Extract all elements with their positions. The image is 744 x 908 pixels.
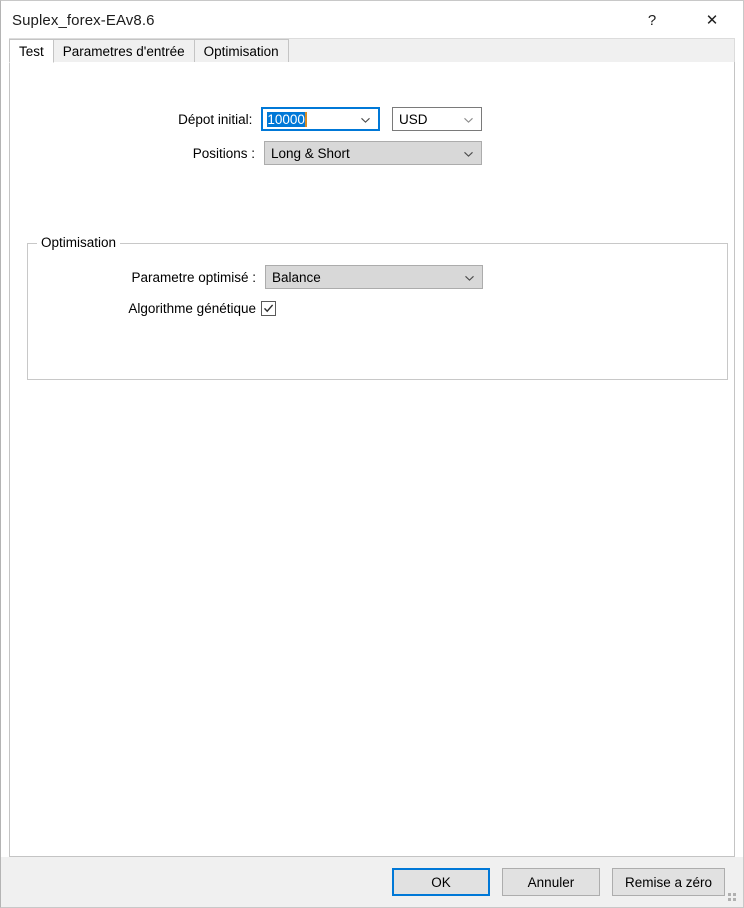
deposit-input[interactable]: 10000 [261, 107, 381, 131]
chevron-down-icon[interactable] [360, 114, 371, 125]
ok-button[interactable]: OK [391, 868, 490, 896]
question-mark-icon: ? [647, 11, 657, 29]
tab-page-test: Dépot initial: 10000 USD Positions : Lon… [9, 62, 735, 857]
positions-dropdown[interactable]: Long & Short [264, 141, 482, 165]
tab-label: Parametres d'entrée [62, 43, 185, 59]
currency-value: USD [399, 111, 428, 127]
chevron-down-icon[interactable] [464, 272, 475, 283]
title-bar[interactable]: Suplex_forex-EAv8.6 ? ✕ [1, 1, 743, 39]
tab-strip: Test Parametres d'entrée Optimisation [9, 38, 735, 63]
close-icon: ✕ [705, 11, 719, 29]
row-positions: Positions : Long & Short [27, 141, 482, 165]
cancel-button[interactable]: Annuler [501, 868, 600, 896]
positions-label: Positions : [192, 145, 255, 161]
tab-optimisation[interactable]: Optimisation [193, 39, 289, 62]
genetic-algorithm-label: Algorithme génétique [128, 301, 256, 316]
dialog-footer: OK Annuler Remise a zéro [1, 857, 743, 907]
row-deposit: Dépot initial: 10000 USD [27, 107, 482, 131]
currency-dropdown[interactable]: USD [392, 107, 482, 131]
text-caret [304, 111, 307, 127]
window-title: Suplex_forex-EAv8.6 [12, 11, 155, 29]
row-genetic-algorithm: Algorithme génétique [28, 301, 328, 316]
dialog-window: Suplex_forex-EAv8.6 ? ✕ Test Parametres … [0, 0, 744, 908]
genetic-algorithm-checkbox[interactable] [261, 301, 276, 316]
chevron-down-icon[interactable] [463, 114, 474, 125]
deposit-value-wrap: 10000 [263, 111, 307, 127]
deposit-value: 10000 [267, 111, 305, 127]
deposit-label: Dépot initial: [178, 111, 253, 127]
tab-test[interactable]: Test [9, 39, 54, 63]
tab-parametres-entree[interactable]: Parametres d'entrée [52, 39, 195, 62]
help-button[interactable]: ? [629, 1, 675, 39]
row-optimised-parameter: Parametre optimisé : Balance [28, 265, 488, 289]
optimisation-group-box: Optimisation Parametre optimisé : Balanc… [27, 235, 728, 380]
reset-button[interactable]: Remise a zéro [611, 868, 725, 896]
tab-label: Optimisation [203, 43, 279, 59]
close-button[interactable]: ✕ [689, 1, 735, 39]
optimised-parameter-dropdown[interactable]: Balance [265, 265, 483, 289]
checkmark-icon [263, 304, 274, 313]
optimised-parameter-value: Balance [272, 269, 321, 285]
tab-label: Test [19, 43, 44, 59]
chevron-down-icon[interactable] [463, 148, 474, 159]
optimised-parameter-label: Parametre optimisé : [131, 269, 256, 285]
positions-value: Long & Short [271, 145, 350, 161]
resize-grip[interactable] [728, 893, 739, 904]
group-box-title: Optimisation [37, 235, 121, 250]
